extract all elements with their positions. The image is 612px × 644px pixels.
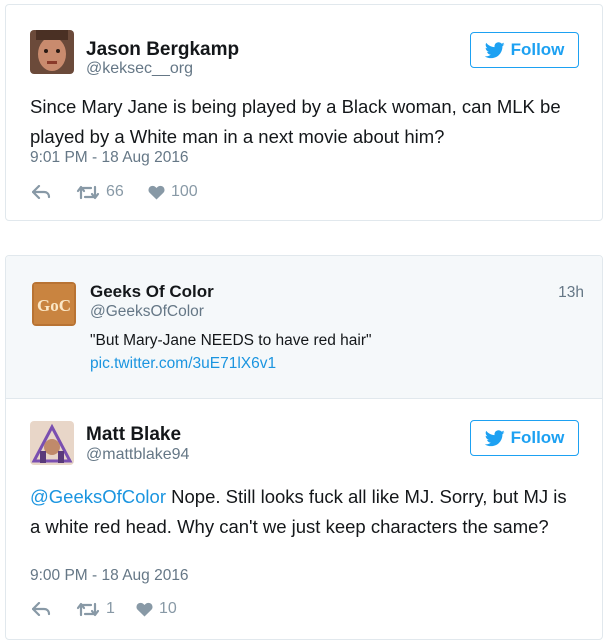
user-name[interactable]: Matt Blake	[86, 424, 181, 446]
like-count: 100	[171, 183, 198, 200]
reply-icon	[32, 602, 51, 616]
retweet-count: 66	[106, 183, 124, 200]
heart-icon	[136, 602, 153, 616]
quoted-user-name[interactable]: Geeks Of Color	[90, 282, 214, 302]
like-button[interactable]: 10	[136, 600, 177, 618]
quoted-text: "But Mary-Jane NEEDS to have red hair"	[90, 332, 372, 349]
tweet-card: GoC Geeks Of Color @GeeksOfColor 13h "Bu…	[5, 255, 603, 640]
logo-text: GoC	[37, 296, 71, 315]
retweet-count: 1	[106, 600, 115, 617]
user-name[interactable]: Jason Bergkamp	[86, 39, 239, 61]
avatar[interactable]	[30, 421, 74, 465]
timestamp[interactable]: 9:01 PM - 18 Aug 2016	[30, 149, 189, 167]
quoted-time[interactable]: 13h	[558, 284, 584, 302]
tweet-actions: 1 10	[32, 600, 177, 618]
avatar[interactable]	[30, 30, 74, 74]
tweet-text: @GeeksOfColor Nope. Still looks fuck all…	[30, 482, 570, 542]
follow-button[interactable]: Follow	[470, 32, 579, 68]
follow-label: Follow	[510, 428, 565, 447]
twitter-bird-icon	[484, 41, 505, 58]
follow-button[interactable]: Follow	[470, 420, 579, 456]
reply-button[interactable]	[32, 602, 76, 616]
retweet-icon	[76, 602, 100, 616]
quoted-user-handle[interactable]: @GeeksOfColor	[90, 303, 204, 321]
reply-icon	[32, 185, 51, 199]
retweet-button[interactable]: 66	[76, 183, 148, 201]
like-button[interactable]: 100	[148, 183, 198, 201]
like-count: 10	[159, 600, 177, 617]
user-handle[interactable]: @mattblake94	[86, 446, 189, 464]
mention-link[interactable]: @GeeksOfColor	[30, 486, 166, 507]
tweet-actions: 66 100	[32, 183, 198, 201]
follow-label: Follow	[510, 40, 565, 59]
retweet-button[interactable]: 1	[76, 600, 136, 618]
heart-icon	[148, 185, 165, 199]
quoted-link[interactable]: pic.twitter.com/3uE71lX6v1	[90, 355, 276, 373]
twitter-bird-icon	[484, 429, 505, 446]
retweet-icon	[76, 185, 100, 199]
tweet-text: Since Mary Jane is being played by a Bla…	[30, 96, 561, 147]
tweet-card: Jason Bergkamp @keksec__org Follow Since…	[5, 4, 603, 221]
timestamp[interactable]: 9:00 PM - 18 Aug 2016	[30, 567, 189, 585]
avatar[interactable]: GoC	[32, 282, 76, 326]
reply-button[interactable]	[32, 185, 76, 199]
quoted-tweet[interactable]: GoC Geeks Of Color @GeeksOfColor 13h "Bu…	[6, 256, 602, 399]
user-handle[interactable]: @keksec__org	[86, 60, 193, 78]
